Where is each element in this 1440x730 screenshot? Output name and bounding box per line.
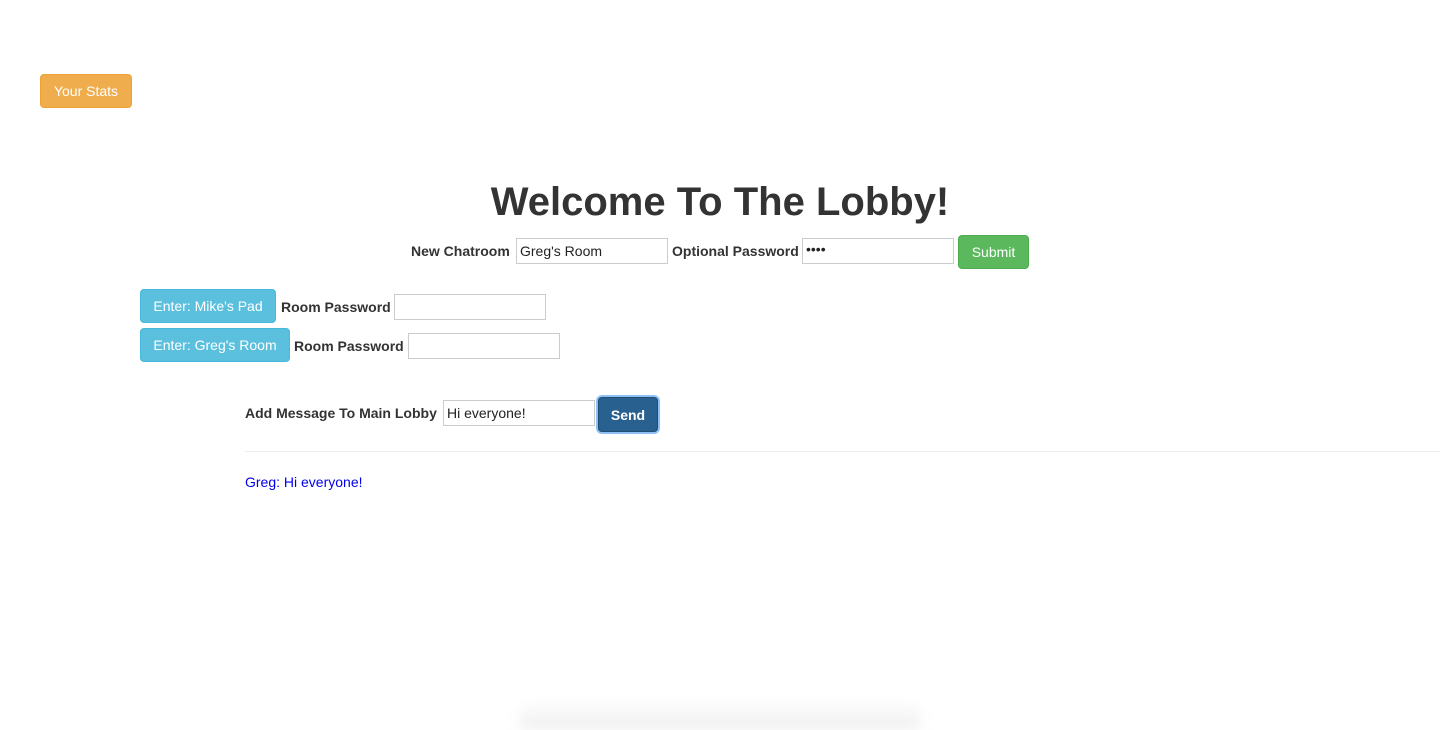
room-password-input[interactable] (394, 294, 546, 320)
room-password-input[interactable] (408, 333, 560, 359)
page-title: Welcome To The Lobby! (490, 180, 950, 224)
divider (245, 451, 1440, 452)
room-password-label: Room Password (294, 338, 404, 354)
enter-room-button[interactable]: Enter: Greg's Room (140, 328, 290, 362)
optional-password-input[interactable]: •••• (802, 238, 954, 264)
new-chatroom-input[interactable] (516, 238, 668, 264)
submit-button[interactable]: Submit (958, 235, 1029, 269)
enter-room-button[interactable]: Enter: Mike's Pad (140, 289, 276, 323)
message-input[interactable] (443, 400, 595, 426)
chat-message: Greg: Hi everyone! (245, 474, 363, 490)
send-button[interactable]: Send (598, 397, 658, 432)
your-stats-button[interactable]: Your Stats (40, 74, 132, 108)
dock-shadow (520, 700, 920, 730)
new-chatroom-label: New Chatroom (411, 243, 510, 259)
message-label: Add Message To Main Lobby (245, 405, 437, 421)
optional-password-label: Optional Password (672, 243, 799, 259)
room-password-label: Room Password (281, 299, 391, 315)
